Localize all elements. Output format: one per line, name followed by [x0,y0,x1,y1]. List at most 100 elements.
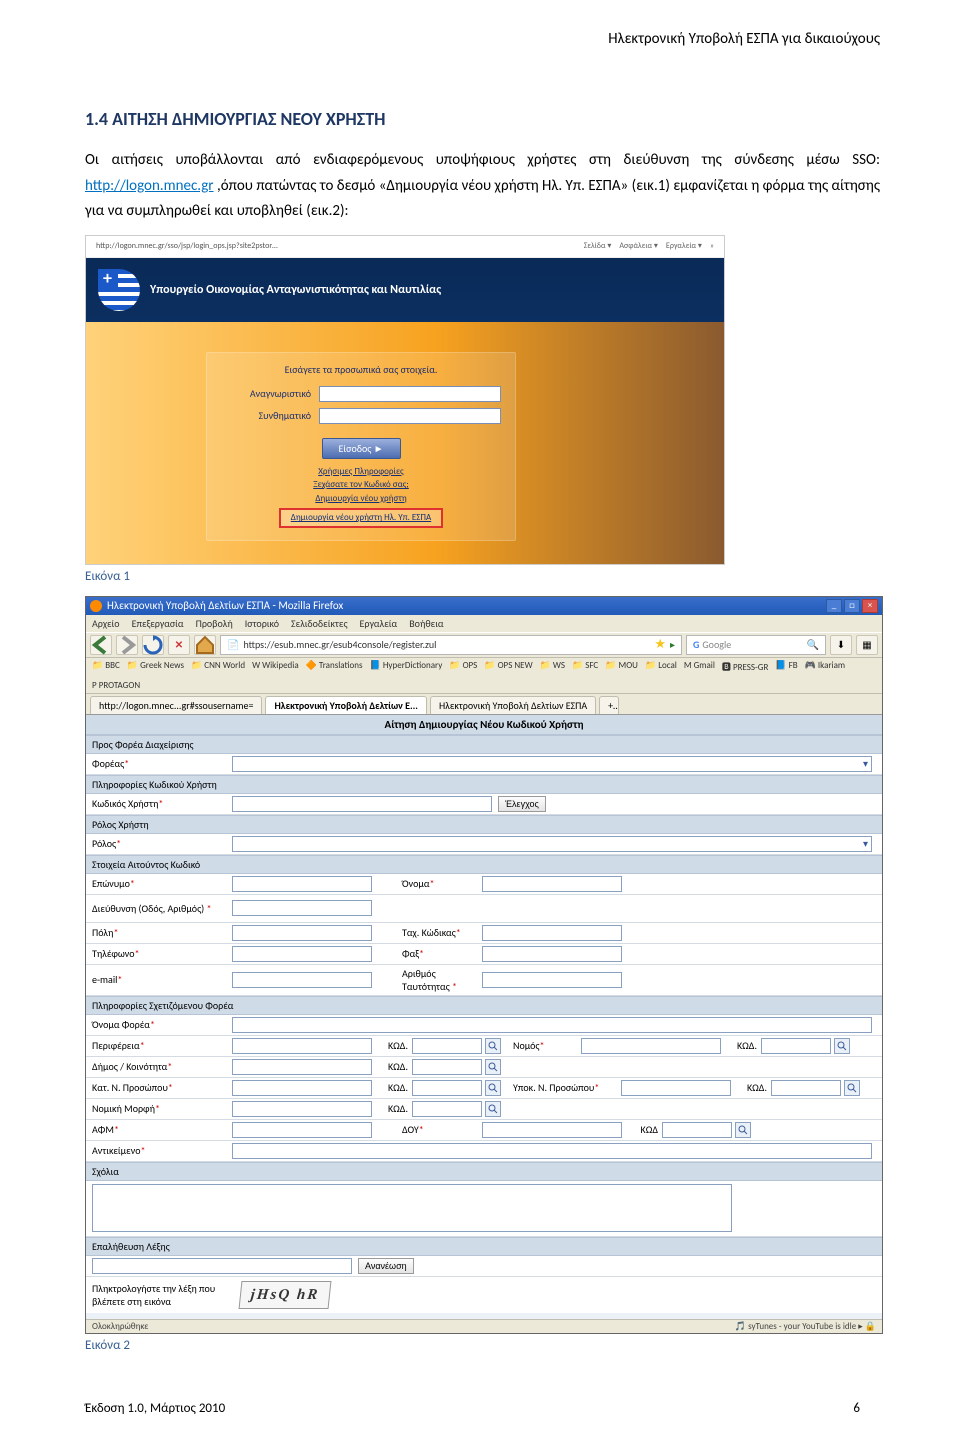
bookmark-bbc[interactable]: 📁 BBC [92,660,120,673]
nomos-input[interactable] [581,1038,721,1054]
toolbar-link-security[interactable]: Ασφάλεια ▾ [619,241,658,251]
katn-input[interactable] [232,1080,372,1096]
fax-input[interactable] [482,946,622,962]
perif-kod-input[interactable] [412,1038,482,1054]
kodikos-input[interactable] [232,796,492,812]
window-maximize-button[interactable]: □ [844,599,860,613]
onoma-input[interactable] [482,876,622,892]
rolos-select[interactable] [232,836,872,852]
forward-button[interactable] [116,635,138,655]
password-input[interactable] [319,408,501,424]
nomos-kod-input[interactable] [761,1038,831,1054]
stop-button[interactable]: ✕ [168,635,190,655]
dieu-input[interactable] [232,900,372,916]
ypok-kod-input[interactable] [771,1080,841,1096]
username-input[interactable] [319,386,501,402]
toolbar-link-tools[interactable]: Εργαλεία ▾ [666,241,702,251]
bookmark-hyperdict[interactable]: 📘 HyperDictionary [370,660,443,673]
address-bar[interactable]: 📄 https://esub.mnec.gr/esub4console/regi… [220,635,682,655]
forgot-password-link[interactable]: Ξεχάσατε τον Κωδικό σας; [221,478,501,492]
search-go-icon[interactable]: 🔍 [807,638,819,651]
poli-input[interactable] [232,925,372,941]
bookmark-translations[interactable]: 🔶 Translations [306,660,363,673]
tab-3[interactable]: Ηλεκτρονική Υποβολή Δελτίων ΕΣΠΑ [430,696,596,714]
login-button[interactable]: Είσοδος ► [322,438,401,459]
katn-search-icon[interactable] [485,1080,501,1096]
bookmark-ws[interactable]: 📁 WS [540,660,565,673]
nomiki-input[interactable] [232,1101,372,1117]
reload-button[interactable] [142,635,164,655]
new-tab-button[interactable]: + [599,696,619,714]
arith-input[interactable] [482,972,622,988]
back-button[interactable] [90,635,112,655]
onoma-forea-input[interactable] [232,1017,872,1033]
browser-url-bar[interactable]: http://logon.mnec.gr/sso/jsp/login_ops.j… [96,241,576,251]
eponymo-input[interactable] [232,876,372,892]
dimos-kod-input[interactable] [412,1059,482,1075]
katn-kod-input[interactable] [412,1080,482,1096]
bookmark-greek-news[interactable]: 📁 Greek News [127,660,184,673]
menu-file[interactable]: Αρχείο [92,617,120,630]
menu-help[interactable]: Βοήθεια [409,617,443,630]
dimos-input[interactable] [232,1059,372,1075]
dimos-search-icon[interactable] [485,1059,501,1075]
label-foreas: Φορέας* [92,757,232,770]
bookmark-wikipedia[interactable]: W Wikipedia [252,660,299,673]
bookmark-star-icon[interactable]: ★ [654,637,666,652]
downloads-button[interactable]: ⬇ [830,635,852,655]
nomiki-search-icon[interactable] [485,1101,501,1117]
bookmark-sfc[interactable]: 📁 SFC [572,660,598,673]
bookmark-protagon[interactable]: P PROTAGON [92,680,140,691]
tab-1[interactable]: http://logon.mnec...gr#ssousername= [90,696,262,714]
doy-kod-input[interactable] [662,1122,732,1138]
go-button[interactable]: ▸ [670,638,675,651]
window-close-button[interactable]: × [862,599,878,613]
captcha-input[interactable] [92,1258,352,1274]
tel-input[interactable] [232,946,372,962]
label-perif: Περιφέρεια* [92,1039,232,1052]
home-button[interactable] [194,635,216,655]
sso-link[interactable]: http://logon.mnec.gr [85,177,214,195]
ypok-input[interactable] [621,1080,731,1096]
perif-input[interactable] [232,1038,372,1054]
email-input[interactable] [232,972,372,988]
bookmark-mou[interactable]: 📁 MOU [605,660,638,673]
window-minimize-button[interactable]: _ [826,599,842,613]
afm-input[interactable] [232,1122,372,1138]
bookmark-ikariam[interactable]: 🎮 Ikariam [805,660,845,673]
nomos-search-icon[interactable] [834,1038,850,1054]
refresh-captcha-button[interactable]: Ανανέωση [358,1258,414,1274]
bookmark-gmail[interactable]: M Gmail [684,660,715,673]
toolbar-link-page[interactable]: Σελίδα ▾ [584,241,612,251]
tab-2-active[interactable]: Ηλεκτρονική Υποβολή Δελτίων Ε... [265,696,427,714]
bookmark-ops-new[interactable]: 📁 OPS NEW [484,660,532,673]
menu-view[interactable]: Προβολή [196,617,233,630]
doy-input[interactable] [482,1122,622,1138]
menu-bookmarks[interactable]: Σελιδοδείκτες [291,617,348,630]
menu-history[interactable]: Ιστορικό [245,617,279,630]
antik-input[interactable] [232,1143,872,1159]
bookmark-ops[interactable]: 📁 OPS [449,660,477,673]
label-doy-kod: ΚΩΔ [622,1123,662,1136]
check-button[interactable]: Έλεγχος [498,796,546,812]
bookmark-fb[interactable]: 📘 FB [775,660,797,673]
foreas-select[interactable] [232,756,872,772]
create-user-link[interactable]: Δημιουργία νέου χρήστη [221,492,501,506]
ypok-search-icon[interactable] [844,1080,860,1096]
window-title-bar: Ηλεκτρονική Υποβολή Δελτίων ΕΣΠΑ - Mozil… [86,597,882,615]
search-input[interactable]: G Google 🔍 [686,635,826,655]
bookmark-cnn[interactable]: 📁 CNN World [191,660,245,673]
menu-edit[interactable]: Επεξεργασία [132,617,184,630]
sxolia-textarea[interactable] [92,1184,732,1232]
doy-search-icon[interactable] [735,1122,751,1138]
nomiki-kod-input[interactable] [412,1101,482,1117]
toolbar-extra-button[interactable]: ▦ [856,635,878,655]
bookmark-local[interactable]: 📁 Local [645,660,677,673]
menu-tools[interactable]: Εργαλεία [360,617,398,630]
create-espa-user-link[interactable]: Δημιουργία νέου χρήστη Ηλ. Υπ. ΕΣΠΑ [281,511,441,525]
label-nomos-kod: ΚΩΔ. [721,1039,761,1052]
bookmark-pressgr[interactable]: 🅱 PRESS-GR [722,660,768,673]
useful-info-link[interactable]: Χρήσιμες Πληροφορίες [221,465,501,479]
perif-search-icon[interactable] [485,1038,501,1054]
tk-input[interactable] [482,925,622,941]
